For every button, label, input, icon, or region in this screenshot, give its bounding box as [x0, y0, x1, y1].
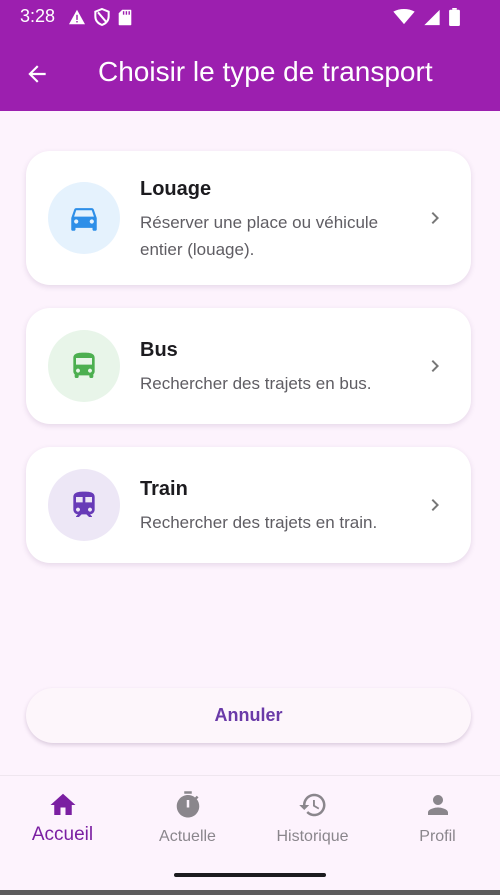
- transport-options: Louage Réserver une place ou véhicule en…: [0, 111, 500, 775]
- train-icon: [73, 491, 95, 517]
- nav-label: Historique: [276, 828, 349, 845]
- bottom-navigation: Accueil Actuelle Historique Profil: [0, 775, 500, 895]
- shield-icon: [94, 8, 110, 26]
- icon-circle: [48, 182, 120, 254]
- chevron-right-icon: [431, 499, 439, 511]
- status-bar: 3:28: [0, 0, 500, 34]
- signal-icon: [424, 9, 440, 25]
- app-bar: Choisir le type de transport: [0, 34, 500, 111]
- status-time: 3:28: [20, 6, 56, 26]
- bottom-edge: [0, 890, 500, 895]
- icon-circle: [48, 469, 120, 541]
- nav-item-profil[interactable]: Profil: [375, 776, 500, 856]
- nav-label: Actuelle: [159, 828, 216, 845]
- car-icon: [71, 208, 97, 231]
- nav-label: Accueil: [31, 824, 94, 845]
- nav-item-historique[interactable]: Historique: [250, 776, 375, 856]
- sd-card-icon: [118, 9, 132, 25]
- option-description: Réserver une place ou véhicule entier (l…: [140, 213, 379, 259]
- icon-circle: [48, 330, 120, 402]
- chevron-right-icon: [431, 360, 439, 372]
- option-title: Louage: [140, 178, 212, 200]
- option-card-train[interactable]: Train Rechercher des trajets en train.: [26, 447, 471, 563]
- arrow-left-icon: [28, 65, 46, 83]
- status-right-icons: [393, 8, 460, 26]
- option-description: Rechercher des trajets en bus.: [140, 374, 372, 393]
- wifi-icon: [393, 9, 415, 25]
- chevron-right-icon: [431, 212, 439, 224]
- option-title: Bus: [140, 339, 178, 361]
- option-description: Rechercher des trajets en train.: [140, 513, 378, 532]
- timer-icon: [176, 791, 199, 818]
- nav-item-actuelle[interactable]: Actuelle: [125, 776, 250, 856]
- page-title: Choisir le type de transport: [98, 56, 433, 87]
- cancel-button[interactable]: Annuler: [26, 688, 471, 743]
- option-card-bus[interactable]: Bus Rechercher des trajets en bus.: [26, 308, 471, 424]
- bus-icon: [73, 352, 95, 378]
- option-title: Train: [140, 478, 188, 500]
- home-icon: [50, 793, 75, 815]
- status-left-icons: [68, 8, 132, 26]
- back-button[interactable]: [16, 53, 58, 95]
- option-card-louage[interactable]: Louage Réserver une place ou véhicule en…: [26, 151, 471, 285]
- nav-label: Profil: [419, 828, 456, 845]
- person-icon: [427, 795, 448, 815]
- home-indicator: [174, 873, 326, 877]
- battery-icon: [449, 8, 460, 26]
- history-icon: [298, 793, 325, 817]
- warning-icon: [69, 9, 85, 25]
- nav-item-accueil[interactable]: Accueil: [0, 776, 125, 856]
